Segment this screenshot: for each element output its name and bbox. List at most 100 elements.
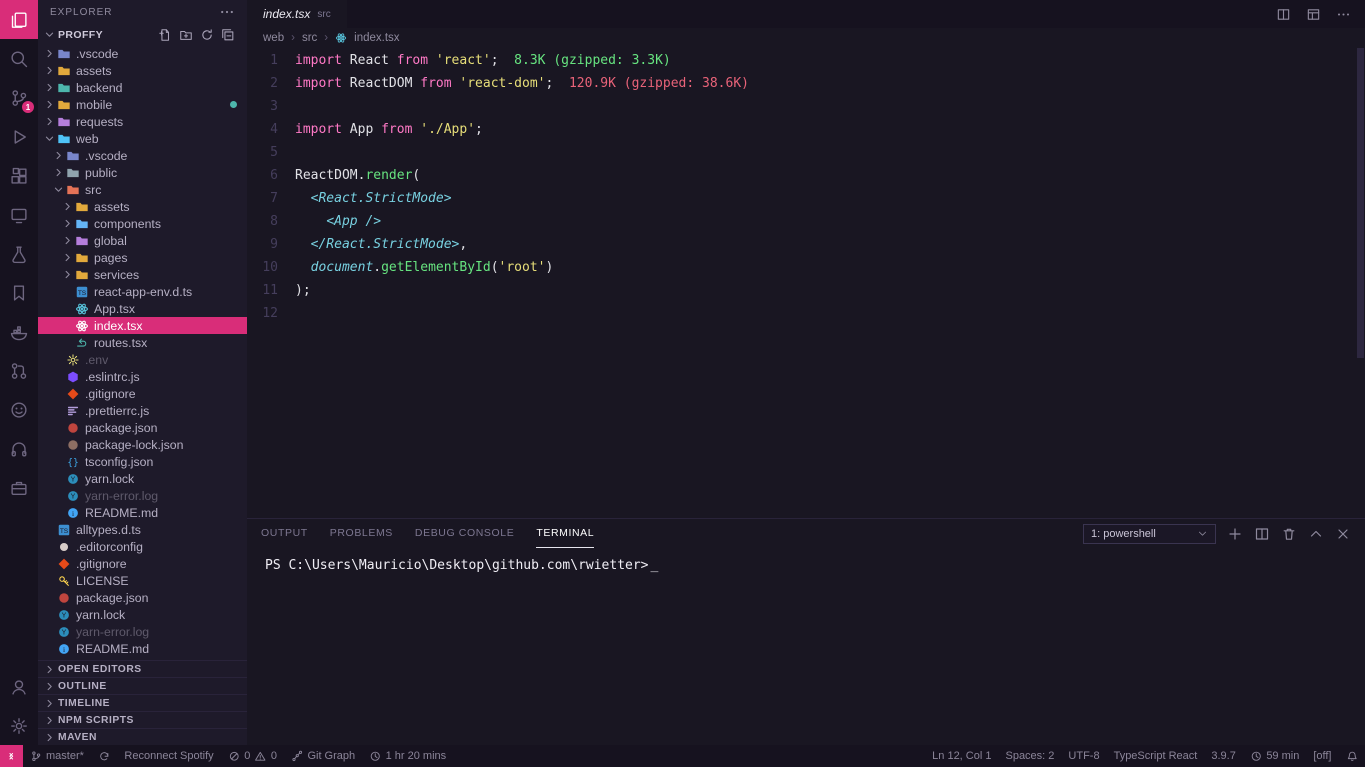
tree-item-assets[interactable]: assets (38, 198, 247, 215)
activity-item-explorer[interactable] (0, 0, 38, 39)
tree-item-assets[interactable]: assets (38, 62, 247, 79)
tree-item-global[interactable]: global (38, 232, 247, 249)
status-toggle-off[interactable]: [off] (1306, 745, 1338, 767)
status-time-tracker[interactable]: 1 hr 20 mins (362, 745, 453, 767)
status-git-branch[interactable]: master* (23, 745, 91, 767)
breadcrumb-item-web[interactable]: web (263, 32, 284, 44)
chevron-right-icon[interactable] (51, 149, 65, 163)
status-language-mode[interactable]: TypeScript React (1107, 745, 1205, 767)
section-maven[interactable]: MAVEN (38, 728, 247, 745)
refresh-icon[interactable] (200, 28, 214, 42)
tree-item-web[interactable]: web (38, 130, 247, 147)
customize-layout-icon[interactable] (1306, 7, 1321, 22)
chevron-right-icon[interactable] (60, 200, 74, 214)
tree-item-yarn-error.log[interactable]: Yyarn-error.log (38, 623, 247, 640)
tree-item-.vscode[interactable]: .vscode (38, 147, 247, 164)
chevron-down-icon[interactable] (51, 183, 65, 197)
tree-item-yarn-error.log[interactable]: Yyarn-error.log (38, 487, 247, 504)
tree-item-routes.tsx[interactable]: routes.tsx (38, 334, 247, 351)
chevron-down-icon[interactable] (42, 132, 56, 146)
tree-item-package.json[interactable]: package.json (38, 589, 247, 606)
tree-item-src[interactable]: src (38, 181, 247, 198)
tree-item-react-app-env.d.ts[interactable]: TS react-app-env.d.ts (38, 283, 247, 300)
activity-item-github-pull-requests[interactable] (0, 351, 38, 390)
tree-item-readme.md[interactable]: i README.md (38, 504, 247, 521)
status-spotify-reconnect[interactable]: Reconnect Spotify (117, 745, 220, 767)
tree-item-.env[interactable]: .env (38, 351, 247, 368)
tree-item-readme.md[interactable]: i README.md (38, 640, 247, 657)
panel-tab-problems[interactable]: PROBLEMS (330, 519, 393, 548)
tree-item-index.tsx[interactable]: index.tsx (38, 317, 247, 334)
tree-item-public[interactable]: public (38, 164, 247, 181)
tree-item-license[interactable]: LICENSE (38, 572, 247, 589)
status-sync[interactable] (91, 745, 118, 767)
tree-item-app.tsx[interactable]: App.tsx (38, 300, 247, 317)
code-editor[interactable]: 1 import React from 'react'; 8.3K (gzippe… (247, 48, 1365, 518)
chevron-right-icon[interactable] (42, 81, 56, 95)
more-actions-icon[interactable] (219, 4, 235, 20)
breadcrumb-item-src[interactable]: src (302, 32, 317, 44)
section-timeline[interactable]: TIMELINE (38, 694, 247, 711)
tree-item-.eslintrc.js[interactable]: .eslintrc.js (38, 368, 247, 385)
activity-item-extensions[interactable] (0, 156, 38, 195)
tree-item-yarn.lock[interactable]: Yyarn.lock (38, 606, 247, 623)
tree-item-package-lock.json[interactable]: package-lock.json (38, 436, 247, 453)
activity-item-accounts[interactable] (0, 667, 38, 706)
tab-index-tsx[interactable]: index.tsx src (247, 0, 347, 28)
section-npm-scripts[interactable]: NPM SCRIPTS (38, 711, 247, 728)
chevron-right-icon[interactable] (60, 251, 74, 265)
collapse-all-icon[interactable] (221, 28, 235, 42)
panel-tab-output[interactable]: OUTPUT (261, 519, 308, 548)
tree-item-requests[interactable]: requests (38, 113, 247, 130)
project-section-header[interactable]: PROFFY (38, 24, 247, 45)
breadcrumb-item-index.tsx[interactable]: index.tsx (354, 32, 399, 44)
new-terminal-icon[interactable] (1227, 526, 1243, 542)
status-remote-indicator[interactable] (0, 745, 23, 767)
new-file-icon[interactable] (158, 28, 172, 42)
status-git-graph[interactable]: Git Graph (284, 745, 362, 767)
status-problems[interactable]: 00 (221, 745, 284, 767)
tree-item-pages[interactable]: pages (38, 249, 247, 266)
activity-item-testing[interactable] (0, 234, 38, 273)
new-folder-icon[interactable] (179, 28, 193, 42)
tree-item-package.json[interactable]: package.json (38, 419, 247, 436)
activity-item-remote-explorer[interactable] (0, 195, 38, 234)
activity-item-run-debug[interactable] (0, 117, 38, 156)
chevron-right-icon[interactable] (60, 234, 74, 248)
chevron-right-icon[interactable] (42, 115, 56, 129)
chevron-right-icon[interactable] (60, 217, 74, 231)
more-actions-icon[interactable] (1336, 7, 1351, 22)
activity-item-gitlens[interactable] (0, 390, 38, 429)
activity-item-docker[interactable] (0, 312, 38, 351)
split-terminal-icon[interactable] (1254, 526, 1270, 542)
status-encoding[interactable]: UTF-8 (1061, 745, 1106, 767)
tree-item-.gitignore[interactable]: .gitignore (38, 555, 247, 572)
status-cursor-position[interactable]: Ln 12, Col 1 (925, 745, 998, 767)
chevron-right-icon[interactable] (42, 98, 56, 112)
editor-scrollbar[interactable] (1357, 48, 1364, 358)
tree-item-components[interactable]: components (38, 215, 247, 232)
activity-item-audio[interactable] (0, 429, 38, 468)
tree-item-services[interactable]: services (38, 266, 247, 283)
section-open-editors[interactable]: OPEN EDITORS (38, 660, 247, 677)
status-notifications[interactable] (1339, 745, 1365, 767)
terminal[interactable]: PS C:\Users\Mauricio\Desktop\github.com\… (247, 548, 1365, 745)
kill-terminal-icon[interactable] (1281, 526, 1297, 542)
tree-item-.gitignore[interactable]: .gitignore (38, 385, 247, 402)
panel-tab-debug-console[interactable]: DEBUG CONSOLE (415, 519, 514, 548)
chevron-right-icon[interactable] (60, 268, 74, 282)
tree-item-alltypes.d.ts[interactable]: TS alltypes.d.ts (38, 521, 247, 538)
maximize-panel-icon[interactable] (1308, 526, 1324, 542)
section-outline[interactable]: OUTLINE (38, 677, 247, 694)
tree-item-.editorconfig[interactable]: .editorconfig (38, 538, 247, 555)
activity-item-search[interactable] (0, 39, 38, 78)
activity-item-settings[interactable] (0, 706, 38, 745)
status-timer[interactable]: 59 min (1243, 745, 1307, 767)
chevron-right-icon[interactable] (42, 64, 56, 78)
close-panel-icon[interactable] (1335, 526, 1351, 542)
panel-tab-terminal[interactable]: TERMINAL (536, 519, 595, 548)
activity-item-source-control[interactable]: 1 (0, 78, 38, 117)
status-ts-version[interactable]: 3.9.7 (1204, 745, 1242, 767)
activity-item-bookmarks[interactable] (0, 273, 38, 312)
chevron-right-icon[interactable] (42, 47, 56, 61)
